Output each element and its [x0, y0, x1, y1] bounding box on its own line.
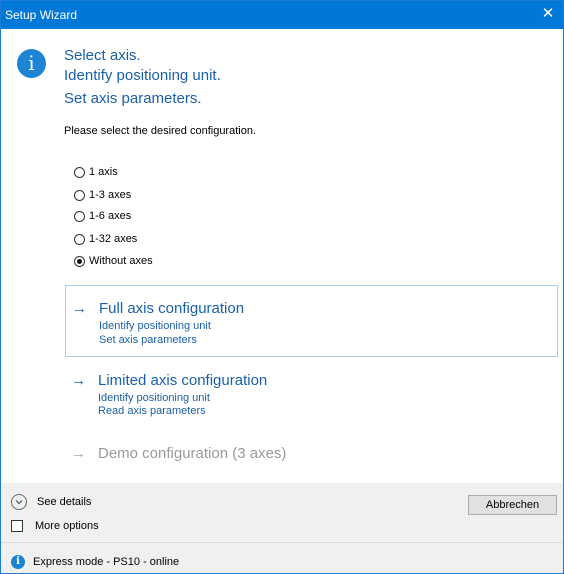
footer-divider [1, 542, 563, 543]
title-bar[interactable]: Setup Wizard ✕ [1, 1, 563, 29]
option-title: Limited axis configuration [98, 372, 268, 389]
option-limited-axis-configuration[interactable]: → Limited axis configuration Identify po… [65, 361, 558, 425]
info-icon: i [11, 555, 25, 569]
heading-line-set-parameters: Set axis parameters. [64, 90, 202, 107]
info-icon: i [17, 49, 46, 78]
radio-label: 1-6 axes [89, 210, 132, 222]
more-options-label: More options [35, 520, 99, 532]
radio-1-6-axes[interactable]: 1-6 axes [74, 208, 131, 224]
option-demo-configuration: → Demo configuration (3 axes) [65, 437, 558, 471]
radio-button[interactable] [74, 210, 85, 222]
option-subtitle: Read axis parameters [98, 405, 206, 417]
radio-button[interactable] [74, 189, 85, 201]
see-details-label: See details [37, 496, 92, 508]
option-subtitle: Identify positioning unit [99, 320, 211, 332]
radio-1-32-axes[interactable]: 1-32 axes [74, 231, 137, 247]
arrow-right-icon: → [71, 372, 86, 389]
close-button[interactable]: ✕ [533, 1, 563, 29]
option-subtitle: Set axis parameters [99, 334, 197, 346]
option-title: Full axis configuration [99, 300, 245, 317]
heading-line-identify-unit: Identify positioning unit. [64, 67, 221, 84]
arrow-right-icon: → [71, 445, 86, 462]
radio-button-selected[interactable] [74, 255, 85, 267]
option-title: Demo configuration (3 axes) [98, 445, 287, 462]
setup-wizard-window: Setup Wizard ✕ i Select axis. Identify p… [0, 0, 564, 574]
radio-label: Without axes [89, 255, 153, 267]
radio-button[interactable] [74, 166, 85, 178]
arrow-right-icon: → [72, 300, 87, 317]
radio-label: 1 axis [89, 166, 118, 178]
radio-1-3-axes[interactable]: 1-3 axes [74, 187, 131, 203]
see-details-toggle[interactable]: See details [11, 493, 91, 511]
configuration-prompt: Please select the desired configuration. [64, 125, 257, 137]
radio-label: 1-32 axes [89, 233, 138, 245]
window-title: Setup Wizard [5, 8, 78, 22]
option-full-axis-configuration[interactable]: → Full axis configuration Identify posit… [65, 285, 558, 357]
radio-without-axes[interactable]: Without axes [74, 253, 153, 269]
option-subtitle: Identify positioning unit [98, 392, 210, 404]
radio-button[interactable] [74, 233, 85, 245]
heading-line-select-axis: Select axis. [64, 47, 141, 64]
status-text: Express mode - PS10 - online [33, 556, 180, 568]
more-options-checkbox[interactable]: More options [11, 517, 99, 535]
radio-label: 1-3 axes [89, 189, 132, 201]
close-icon: ✕ [541, 5, 555, 22]
chevron-down-icon[interactable] [11, 494, 27, 510]
cancel-button[interactable]: Abbrechen [468, 495, 557, 515]
radio-1-axis[interactable]: 1 axis [74, 164, 118, 180]
status-bar: i Express mode - PS10 - online [11, 554, 179, 570]
checkbox[interactable] [11, 520, 23, 532]
